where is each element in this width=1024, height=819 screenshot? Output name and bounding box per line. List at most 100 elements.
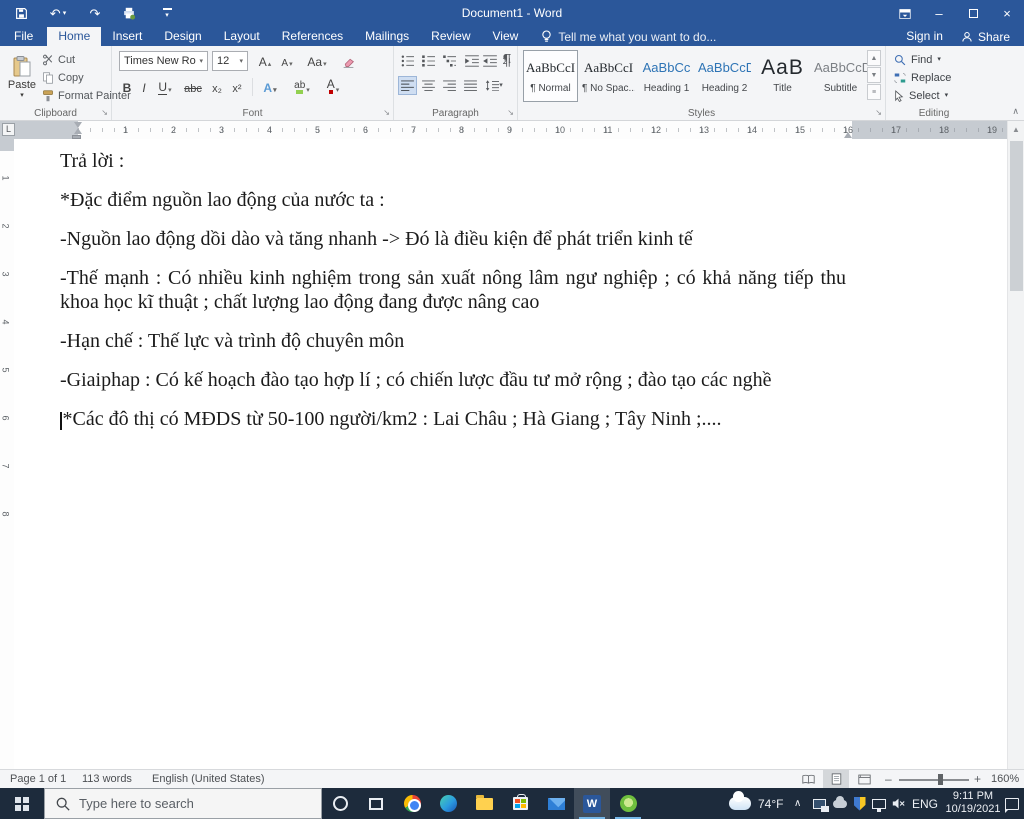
align-left-button[interactable] bbox=[398, 76, 417, 95]
numbering-button[interactable] bbox=[419, 51, 438, 70]
cortana-button[interactable] bbox=[322, 788, 358, 819]
read-mode-button[interactable] bbox=[795, 770, 821, 788]
collapse-ribbon-icon[interactable]: ∧ bbox=[1012, 106, 1019, 117]
tray-display-icon[interactable] bbox=[810, 788, 829, 819]
clipboard-dialog-launcher-icon[interactable]: ↘ bbox=[101, 109, 108, 117]
superscript-button[interactable]: x² bbox=[228, 77, 246, 97]
language-indicator[interactable]: ENG bbox=[912, 788, 938, 819]
font-name-combobox[interactable]: Times New Ro ▾ bbox=[119, 51, 208, 71]
taskbar-search-input[interactable]: Type here to search bbox=[44, 788, 322, 819]
scroll-up-icon[interactable]: ▲ bbox=[1008, 121, 1024, 138]
language-status[interactable]: English (United States) bbox=[152, 773, 265, 785]
save-icon[interactable] bbox=[6, 0, 36, 27]
hanging-indent-marker[interactable] bbox=[74, 128, 82, 134]
weather-button[interactable] bbox=[726, 788, 754, 819]
tab-mailings[interactable]: Mailings bbox=[354, 27, 420, 46]
tab-insert[interactable]: Insert bbox=[101, 27, 153, 46]
line-spacing-button[interactable]: ▾ bbox=[482, 76, 506, 95]
decrease-indent-button[interactable] bbox=[462, 51, 481, 70]
print-layout-button[interactable] bbox=[823, 770, 849, 788]
action-center-button[interactable] bbox=[1002, 788, 1021, 819]
sign-in-button[interactable]: Sign in bbox=[906, 27, 943, 46]
web-layout-button[interactable] bbox=[851, 770, 877, 788]
clear-formatting-button[interactable] bbox=[338, 51, 358, 71]
task-view-button[interactable] bbox=[358, 788, 394, 819]
styles-scroll-down-icon[interactable]: ▼ bbox=[867, 67, 881, 83]
italic-button[interactable]: I bbox=[137, 77, 151, 97]
tab-review[interactable]: Review bbox=[420, 27, 481, 46]
document-text[interactable]: Trả lời : *Đặc điểm nguồn lao động của nư… bbox=[60, 149, 846, 446]
underline-button[interactable]: U ▾ bbox=[153, 77, 177, 97]
copy-button[interactable]: Copy bbox=[42, 69, 84, 86]
tell-me-box[interactable]: Tell me what you want to do... bbox=[541, 27, 716, 46]
select-button[interactable]: Select ▾ bbox=[894, 87, 948, 104]
vertical-ruler[interactable]: 1 2 3 4 5 6 7 8 bbox=[0, 139, 14, 769]
page-count[interactable]: Page 1 of 1 bbox=[10, 773, 66, 785]
tab-selector[interactable]: L bbox=[2, 123, 15, 136]
bullets-button[interactable] bbox=[398, 51, 417, 70]
font-size-combobox[interactable]: 12 ▾ bbox=[212, 51, 248, 71]
paragraph[interactable]: -Nguồn lao động dồi dào và tăng nhanh ->… bbox=[60, 227, 846, 251]
tray-security-shield-icon[interactable] bbox=[850, 788, 869, 819]
tray-chevron-icon[interactable]: ∧ bbox=[794, 788, 801, 819]
print-preview-icon[interactable] bbox=[114, 0, 144, 27]
file-explorer-button[interactable] bbox=[466, 788, 502, 819]
zoom-out-button[interactable]: – bbox=[885, 772, 892, 786]
bold-button[interactable]: B bbox=[119, 77, 135, 97]
undo-icon[interactable]: ↶ ▾ bbox=[40, 0, 76, 27]
align-right-button[interactable] bbox=[440, 76, 459, 95]
increase-indent-button[interactable] bbox=[480, 51, 499, 70]
tab-references[interactable]: References bbox=[271, 27, 354, 46]
paragraph[interactable]: *Các đô thị có MĐDS từ 50-100 người/km2 … bbox=[60, 407, 846, 431]
start-button[interactable] bbox=[0, 788, 44, 819]
styles-dialog-launcher-icon[interactable]: ↘ bbox=[875, 109, 882, 117]
mail-button[interactable] bbox=[538, 788, 574, 819]
justify-button[interactable] bbox=[461, 76, 480, 95]
temperature-label[interactable]: 74°F bbox=[758, 788, 783, 819]
document-page[interactable]: Trả lời : *Đặc điểm nguồn lao động của nư… bbox=[14, 139, 1007, 769]
replace-button[interactable]: Replace bbox=[894, 69, 951, 86]
subscript-button[interactable]: x₂ bbox=[208, 77, 226, 97]
paragraph[interactable]: -Giaiphap : Có kế hoạch đào tạo hợp lí ;… bbox=[60, 368, 846, 392]
tab-layout[interactable]: Layout bbox=[213, 27, 271, 46]
style-heading-2[interactable]: AaBbCcD Heading 2 bbox=[697, 50, 752, 102]
scrollbar-thumb[interactable] bbox=[1010, 141, 1023, 291]
find-button[interactable]: Find ▾ bbox=[894, 51, 941, 68]
tray-volume-muted-icon[interactable] bbox=[889, 788, 908, 819]
change-case-button[interactable]: Aa ▾ bbox=[304, 51, 330, 71]
zoom-slider-thumb[interactable] bbox=[938, 774, 943, 785]
paragraph[interactable]: *Đặc điểm nguồn lao động của nước ta : bbox=[60, 188, 846, 212]
style-subtitle[interactable]: AaBbCcD Subtitle bbox=[813, 50, 868, 102]
multilevel-list-button[interactable] bbox=[440, 51, 459, 70]
tab-home[interactable]: Home bbox=[47, 27, 102, 46]
taskbar-clock[interactable]: 9:11 PM 10/19/2021 bbox=[941, 790, 1005, 816]
paragraph[interactable]: Trả lời : bbox=[60, 149, 846, 173]
font-color-button[interactable]: A ▾ bbox=[320, 77, 346, 97]
style-no-spac[interactable]: AaBbCcI ¶ No Spac... bbox=[581, 50, 636, 102]
share-button[interactable]: Share bbox=[961, 27, 1010, 46]
vertical-scrollbar[interactable]: ▲ bbox=[1007, 121, 1024, 769]
tab-file[interactable]: File bbox=[0, 27, 47, 46]
styles-scroll-up-icon[interactable]: ▲ bbox=[867, 50, 881, 66]
zoom-slider-track[interactable] bbox=[899, 779, 969, 781]
paragraph[interactable]: -Hạn chế : Thế lực và trình độ chuyên mô… bbox=[60, 329, 846, 353]
word-count[interactable]: 113 words bbox=[82, 773, 132, 785]
text-effects-button[interactable]: A ▾ bbox=[258, 77, 282, 97]
align-center-button[interactable] bbox=[419, 76, 438, 95]
pilcrow-button[interactable]: ¶ bbox=[499, 51, 515, 70]
word-taskbar-button[interactable]: W bbox=[574, 788, 610, 819]
paragraph[interactable]: -Thế mạnh : Có nhiều kinh nghiệm trong s… bbox=[60, 266, 846, 314]
strikethrough-button[interactable]: abc bbox=[181, 77, 205, 97]
font-dialog-launcher-icon[interactable]: ↘ bbox=[383, 109, 390, 117]
shrink-font-button[interactable]: A ▾ bbox=[277, 51, 297, 71]
zoom-level[interactable]: 160% bbox=[991, 773, 1019, 785]
style-normal[interactable]: AaBbCcI ¶ Normal bbox=[523, 50, 578, 102]
minimize-icon[interactable]: – bbox=[922, 0, 956, 27]
tray-onedrive-icon[interactable] bbox=[830, 788, 849, 819]
styles-more-icon[interactable]: ≡ bbox=[867, 84, 881, 100]
close-icon[interactable]: × bbox=[990, 0, 1024, 27]
edge-button[interactable] bbox=[430, 788, 466, 819]
ribbon-display-options-icon[interactable] bbox=[888, 0, 922, 27]
style-heading-1[interactable]: AaBbCc Heading 1 bbox=[639, 50, 694, 102]
highlight-color-button[interactable]: ab ▾ bbox=[288, 77, 316, 97]
